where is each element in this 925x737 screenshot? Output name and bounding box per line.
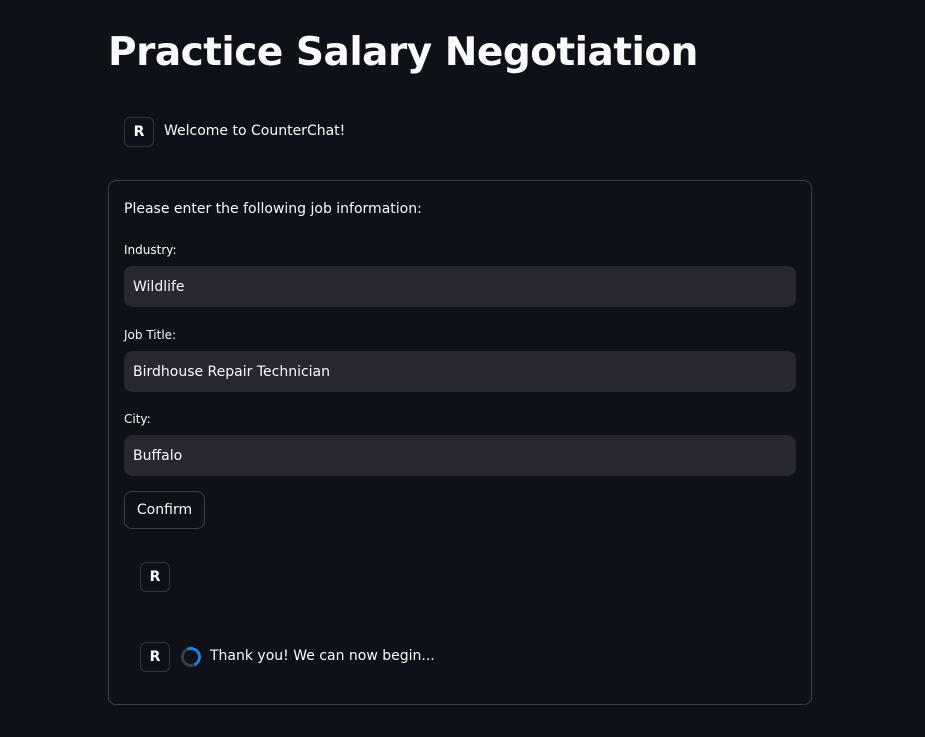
confirm-button[interactable]: Confirm bbox=[124, 491, 205, 529]
assistant-avatar-empty: R bbox=[140, 562, 170, 592]
job-title-input[interactable] bbox=[124, 351, 796, 392]
assistant-avatar: R bbox=[124, 117, 154, 147]
job-info-form: Please enter the following job informati… bbox=[108, 180, 812, 705]
assistant-avatar-loading: R bbox=[140, 642, 170, 672]
industry-label: Industry: bbox=[124, 243, 177, 257]
city-input[interactable] bbox=[124, 435, 796, 476]
page-title: Practice Salary Negotiation bbox=[108, 30, 698, 75]
welcome-message: Welcome to CounterChat! bbox=[164, 123, 346, 139]
industry-input[interactable] bbox=[124, 266, 796, 307]
job-title-label: Job Title: bbox=[124, 328, 177, 342]
loading-spinner-icon bbox=[178, 644, 204, 670]
city-label: City: bbox=[124, 412, 151, 426]
form-heading: Please enter the following job informati… bbox=[124, 201, 422, 217]
loading-message: Thank you! We can now begin... bbox=[210, 648, 435, 664]
